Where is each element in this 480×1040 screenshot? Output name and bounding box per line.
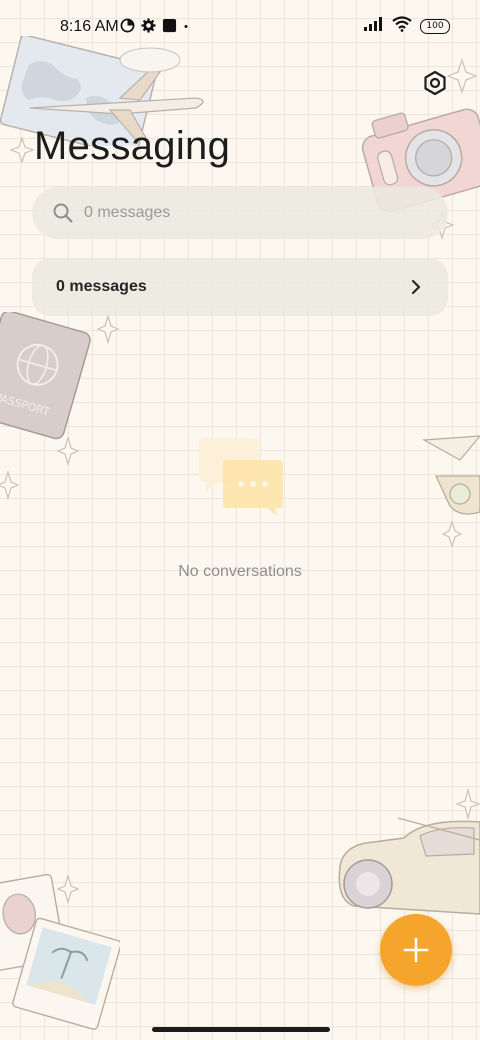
home-indicator[interactable]	[152, 1027, 330, 1032]
chat-bubbles-icon	[199, 438, 283, 516]
wifi-icon	[392, 16, 412, 37]
photo-cards-illustration	[0, 873, 120, 1030]
messages-summary-label: 0 messages	[56, 278, 147, 295]
status-right-icons: 100	[364, 16, 450, 37]
battery-icon: 100	[420, 19, 450, 34]
messages-summary-row[interactable]: 0 messages	[32, 258, 448, 316]
search-bar[interactable]: 0 messages	[32, 187, 448, 239]
search-icon	[53, 203, 73, 223]
data-saver-icon	[120, 18, 135, 38]
plus-icon	[403, 937, 429, 963]
square-icon	[162, 18, 177, 38]
dot-icon	[183, 18, 189, 38]
gear-icon	[141, 18, 156, 38]
search-placeholder: 0 messages	[84, 204, 171, 221]
signal-icon	[364, 17, 384, 36]
settings-button[interactable]	[418, 66, 452, 100]
chevron-right-icon	[411, 279, 421, 295]
car-illustration	[338, 817, 480, 915]
status-time: 8:16 AM	[60, 18, 119, 35]
page-title: Messaging	[34, 124, 231, 168]
status-bar: 8:16 AM 100	[0, 0, 480, 56]
settings-hexagon-icon	[424, 70, 446, 96]
empty-state-text: No conversations	[178, 563, 302, 580]
cocktail-illustration	[421, 435, 480, 515]
new-conversation-button[interactable]	[380, 914, 452, 986]
passport-illustration: PASSPORT	[0, 312, 91, 440]
svg-text:PASSPORT: PASSPORT	[0, 391, 51, 419]
status-left-icons	[120, 18, 189, 38]
